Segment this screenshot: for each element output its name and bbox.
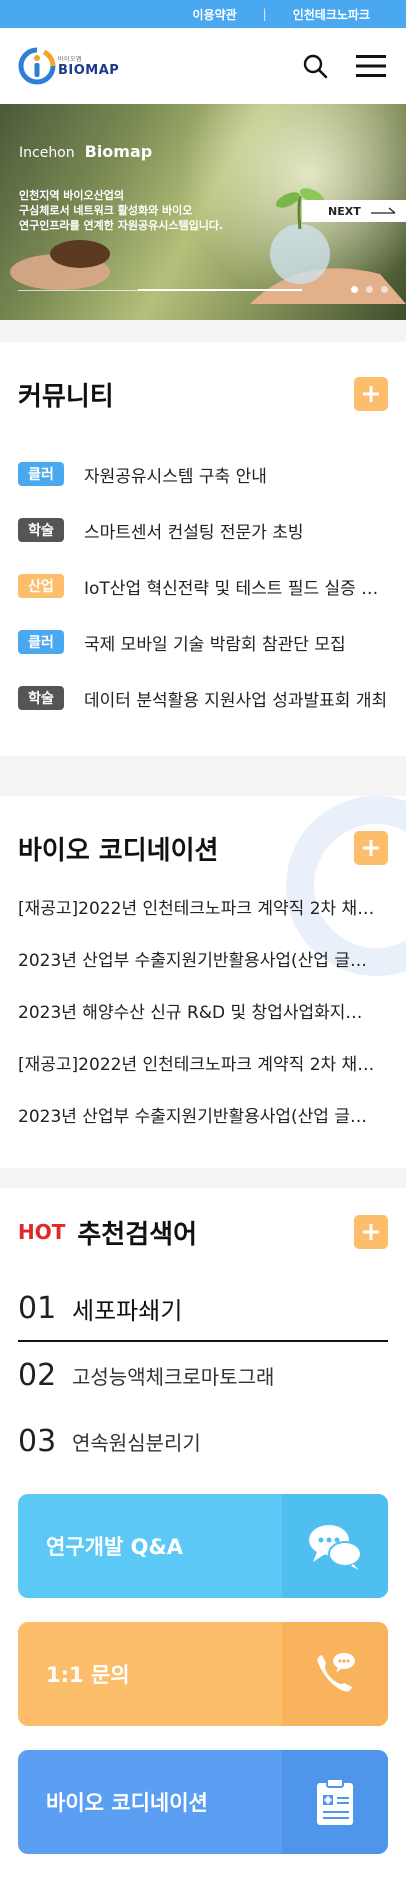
hot-label: HOT — [18, 1220, 66, 1244]
arrow-right-icon — [370, 207, 396, 214]
list-item[interactable]: 2023년 산업부 수출지원기반활용사업(산업 글로벌 지원) — [18, 932, 388, 984]
terms-link[interactable]: 이용약관 — [193, 6, 237, 23]
hero-banner: Incehon Biomap 인천지역 바이오산업의 구심체로서 네트워크 활성화… — [0, 104, 406, 320]
keyword-item[interactable]: 03 연속원심분리기 — [18, 1408, 388, 1474]
list-item[interactable]: 학술 스마트센서 컨설팅 전문가 초빙 — [18, 502, 388, 558]
list-item[interactable]: 클러 자원공유시스템 구축 안내 — [18, 446, 388, 502]
plus-icon — [363, 840, 379, 856]
quick-links: 연구개발 Q&A 1:1 문의 바이오 코디네이션 — [0, 1474, 406, 1894]
keyword-text[interactable]: 세포파쇄기 — [72, 1291, 182, 1326]
rank-number: 01 — [18, 1290, 57, 1326]
bio-coordination-list: [재공고]2022년 인천테크노파크 계약직 2차 채용 공고 2023년 산업… — [18, 880, 388, 1140]
top-utility-bar: 이용약관 | 인천테크노파크 — [0, 0, 406, 28]
list-item[interactable]: 클러 국제 모바일 기술 박람회 참관단 모집 — [18, 614, 388, 670]
post-title[interactable]: IoT산업 혁신전략 및 테스트 필드 실증 사업 — [84, 574, 388, 599]
bio-coordination-card[interactable]: 바이오 코디네이션 — [18, 1750, 388, 1854]
category-badge: 산업 — [18, 574, 64, 598]
pagination-dot[interactable] — [351, 286, 358, 293]
clipboard-medical-icon — [317, 1778, 353, 1825]
category-badge: 클러 — [18, 630, 64, 654]
pagination-dot[interactable] — [366, 286, 373, 293]
post-title[interactable]: 국제 모바일 기술 박람회 참관단 모집 — [84, 630, 346, 655]
phone-chat-icon — [317, 1653, 355, 1692]
community-list: 클러 자원공유시스템 구축 안내 학술 스마트센서 컨설팅 전문가 초빙 산업 IoT… — [18, 446, 388, 726]
community-section: 커뮤니티 클러 자원공유시스템 구축 안내 학술 스마트센서 컨설팅 전문가 초빙 … — [0, 342, 406, 756]
logo-subtext: 바이오맵 — [58, 56, 83, 63]
site-header: 바이오맵 BIOMAP — [0, 28, 406, 104]
hero-pagination — [343, 286, 388, 293]
keyword-item[interactable]: 01 세포파쇄기 — [18, 1276, 388, 1342]
site-logo[interactable]: 바이오맵 BIOMAP — [18, 47, 119, 85]
one-on-one-inquiry-card[interactable]: 1:1 문의 — [18, 1622, 388, 1726]
plus-icon — [363, 386, 379, 402]
hero-progress-bar — [18, 289, 302, 291]
hero-next-button[interactable]: NEXT — [302, 200, 406, 222]
category-badge: 클러 — [18, 462, 64, 486]
category-badge: 학술 — [18, 686, 64, 710]
list-item[interactable]: [재공고]2022년 인천테크노파크 계약직 2차 채용 공고 — [18, 1036, 388, 1088]
keyword-text[interactable]: 고성능액체크로마토그래 — [72, 1361, 274, 1390]
bio-coordination-title: 바이오 코디네이션 — [18, 835, 219, 866]
technopark-link[interactable]: 인천테크노파크 — [293, 6, 370, 23]
divider: | — [262, 7, 267, 21]
chat-bubbles-icon — [309, 1525, 362, 1570]
post-title[interactable]: 자원공유시스템 구축 안내 — [84, 462, 267, 487]
biomap-logo-icon — [18, 47, 56, 85]
post-title[interactable]: 스마트센서 컨설팅 전문가 초빙 — [84, 518, 304, 543]
plus-icon — [363, 1224, 379, 1240]
logo-wordmark: BIOMAP — [58, 63, 120, 78]
list-item[interactable]: 2023년 산업부 수출지원기반활용사업(산업 글로벌 지원) — [18, 1088, 388, 1140]
list-item[interactable]: 학술 데이터 분석활용 지원사업 성과발표회 개최 — [18, 670, 388, 726]
post-title[interactable]: 데이터 분석활용 지원사업 성과발표회 개최 — [84, 686, 387, 711]
category-badge: 학술 — [18, 518, 64, 542]
list-item[interactable]: 산업 IoT산업 혁신전략 및 테스트 필드 실증 사업 — [18, 558, 388, 614]
list-item[interactable]: 2023년 해양수산 신규 R&D 및 창업사업화지원 사업 — [18, 984, 388, 1036]
keyword-ranking-list: 01 세포파쇄기 02 고성능액체크로마토그래 03 연속원심분리기 — [18, 1276, 388, 1474]
pagination-dot[interactable] — [381, 286, 388, 293]
community-title: 커뮤니티 — [18, 381, 114, 412]
hero-description: 인천지역 바이오산업의 구심체로서 네트워크 활성화와 바이오 연구인프라를 연… — [19, 189, 224, 232]
rank-number: 02 — [18, 1357, 57, 1393]
hamburger-menu-icon[interactable] — [354, 49, 388, 83]
list-item[interactable]: [재공고]2022년 인천테크노파크 계약직 2차 채용 공고 — [18, 880, 388, 932]
hot-keywords-section: HOT 추천검색어 01 세포파쇄기 02 고성능액체크로마토그래 03 연속원심분리… — [0, 1188, 406, 1474]
rank-number: 03 — [18, 1423, 57, 1459]
bio-coordination-section: 바이오 코디네이션 [재공고]2022년 인천테크노파크 계약직 2차 채용 공… — [0, 796, 406, 1168]
search-icon[interactable] — [298, 49, 332, 83]
hero-title: Incehon Biomap — [19, 142, 153, 161]
keyword-text[interactable]: 연속원심분리기 — [72, 1427, 201, 1456]
community-more-button[interactable] — [354, 377, 388, 411]
hot-keywords-title: 추천검색어 — [77, 1219, 197, 1250]
bio-more-button[interactable] — [354, 831, 388, 865]
rnd-qna-card[interactable]: 연구개발 Q&A — [18, 1494, 388, 1598]
hot-more-button[interactable] — [354, 1215, 388, 1249]
keyword-item[interactable]: 02 고성능액체크로마토그래 — [18, 1342, 388, 1408]
